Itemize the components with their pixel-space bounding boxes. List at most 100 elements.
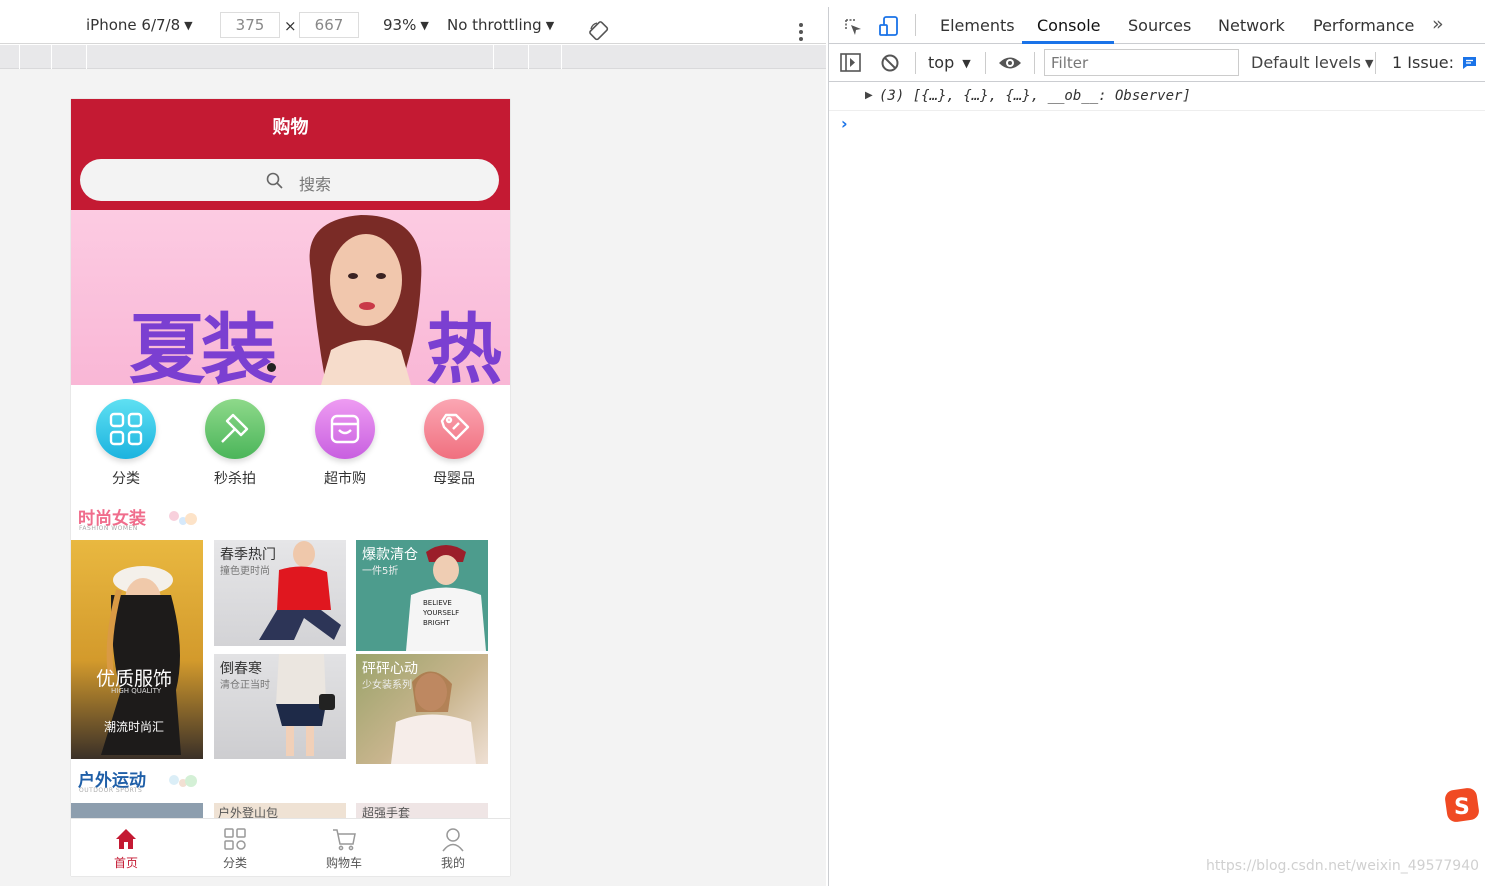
ruler-segment [19,45,20,69]
zoom-select[interactable]: 93% ▼ [383,16,429,34]
category-item-baby[interactable]: 母婴品 [419,399,489,488]
divider [915,14,916,36]
carousel-indicator[interactable] [267,363,276,372]
tab-console[interactable]: Console [1037,16,1101,35]
tab-category[interactable]: 分类 [195,819,275,876]
divider [915,52,916,74]
expand-triangle-icon[interactable]: ▶ [865,90,873,101]
issue-message-icon [1463,57,1477,69]
svg-text:BELIEVE: BELIEVE [423,599,452,607]
tab-cart[interactable]: 购物车 [304,819,384,876]
throttling-value: No throttling [447,16,542,34]
product-tile-backpack[interactable]: 户外登山包 [214,803,346,818]
chevron-down-icon: ▼ [545,19,555,32]
devtools-panel: Elements Console Sources Network Perform… [828,7,1485,886]
height-input[interactable]: 667 [299,12,359,38]
filter-input[interactable]: Filter [1044,49,1239,76]
context-select[interactable]: top ▼ [928,53,971,72]
device-toolbar: iPhone 6/7/8 ▼ 375 × 667 93% ▼ No throttli… [0,7,826,44]
tag-icon [424,399,484,459]
tile-title: 春季热门 [220,547,276,563]
bottom-tab-bar: 首页 分类 购物车 我的 [71,818,510,876]
tab-elements[interactable]: Elements [940,16,1015,35]
filter-placeholder: Filter [1051,54,1089,72]
device-toggle-icon[interactable] [878,15,900,37]
clear-console-icon[interactable] [880,53,900,73]
tile-subtitle: HIGH QUALITY [111,687,162,695]
console-toolbar: top ▼ Filter Default levels ▼ 1 Issue: [829,44,1485,82]
category-item-flash-sale[interactable]: 秒杀拍 [200,399,270,488]
more-tabs-icon[interactable]: » [1432,13,1444,35]
model-photo [276,654,335,756]
tile-subtitle: 一件5折 [362,566,399,577]
section-subtitle-fashion: FASHION WOMEN [79,525,138,532]
watermark-text: https://blog.csdn.net/weixin_49577940 [1206,858,1480,874]
cart-icon [333,829,356,851]
category-item-classify[interactable]: 分类 [91,399,161,488]
tile-title: 户外登山包 [218,806,279,818]
tab-sources[interactable]: Sources [1128,16,1191,35]
issues-button[interactable]: 1 Issue: [1392,53,1477,72]
devtools-tab-bar: Elements Console Sources Network Perform… [829,7,1485,44]
search-input[interactable]: 搜索 [80,159,499,201]
device-select[interactable]: iPhone 6/7/8 ▼ [86,16,193,34]
tile-title: 爆款清仓 [362,547,418,563]
throttling-select[interactable]: No throttling ▼ [447,16,554,34]
category-item-supermarket[interactable]: 超市购 [310,399,380,488]
category-label: 分类 [112,471,140,487]
phone-screen: 购物 搜索 夏装 热 分类 秒杀拍 超市购 母婴品 时尚女装 FASHION W… [71,99,510,876]
context-value: top [928,53,955,72]
store-icon [315,399,375,459]
tab-label: 首页 [113,856,138,870]
hammer-icon [205,399,265,459]
tab-network[interactable]: Network [1218,16,1285,35]
model-photo [309,215,422,385]
tab-home[interactable]: 首页 [86,819,166,876]
grid-icon [96,399,156,459]
category-icon [224,828,246,850]
svg-text:S: S [1454,795,1470,820]
tile-caption: 潮流时尚汇 [104,720,165,734]
sidebar-toggle-icon[interactable] [840,53,861,72]
banner-carousel[interactable]: 夏装 热 [71,210,510,385]
more-options-icon[interactable] [797,23,805,43]
eye-icon[interactable] [998,54,1022,72]
tile-title: 超强手套 [362,806,411,818]
sogou-ime-icon[interactable]: S [1444,787,1480,823]
product-tile-clearance[interactable]: BELIEVE YOURSELF BRIGHT 爆款清仓 一件5折 [356,540,488,651]
device-name: iPhone 6/7/8 [86,16,181,34]
tile-subtitle: 撞色更时尚 [220,566,270,577]
banner-headline-cut: 热 [426,305,502,385]
product-tile-spring[interactable]: 春季热门 撞色更时尚 [214,540,346,646]
tile-title: 砰砰心动 [362,661,418,677]
chevron-down-icon: ▼ [420,19,429,32]
product-tile-quality[interactable]: 优质服饰 HIGH QUALITY 潮流时尚汇 [71,540,203,759]
page-title: 购物 [272,117,309,138]
user-icon [442,828,464,852]
chevron-down-icon: ▼ [1364,57,1374,70]
inspect-element-icon[interactable] [843,17,863,37]
app-header: 购物 搜索 [71,99,510,210]
tab-performance[interactable]: Performance [1313,16,1414,35]
levels-select[interactable]: Default levels ▼ [1251,53,1373,72]
console-log-text: (3) [{…}, {…}, {…}, __ob__: Observer] [879,88,1191,104]
ruler-segment [561,45,562,69]
product-tile-outdoor[interactable] [71,803,203,818]
console-prompt[interactable]: › [841,114,848,133]
tab-profile[interactable]: 我的 [413,819,493,876]
banner-headline: 夏装 [129,305,277,385]
svg-text:BRIGHT: BRIGHT [423,619,450,627]
media-query-ruler [0,45,826,69]
ruler-segment [493,45,494,69]
product-tile-cold[interactable]: 倒春寒 清仓正当时 [214,654,346,759]
tab-label: 分类 [222,856,247,870]
product-tile-girl[interactable]: 砰砰心动 少女装系列 [356,654,488,764]
rotate-icon[interactable] [589,21,609,41]
tile-subtitle: 少女装系列 [362,680,412,691]
ruler-segment [51,45,52,69]
width-input[interactable]: 375 [220,12,280,38]
product-tile-gloves[interactable]: 超强手套 [356,803,488,818]
issues-count: 1 Issue: [1392,53,1455,72]
console-log-entry[interactable]: ▶ (3) [{…}, {…}, {…}, __ob__: Observer] [829,85,1485,111]
category-nav: 分类 秒杀拍 超市购 母婴品 [71,399,510,489]
